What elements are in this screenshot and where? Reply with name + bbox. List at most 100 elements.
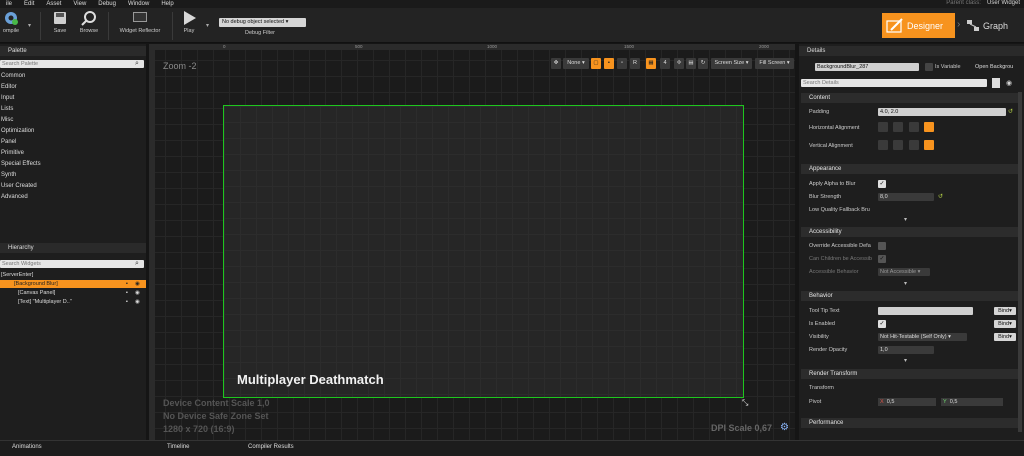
widget-reflector-button[interactable]: Widget Reflector xyxy=(114,10,166,34)
palette-category[interactable]: Input xyxy=(0,95,14,101)
debug-object-select[interactable]: No debug object selected ▾ xyxy=(219,18,306,27)
eye-icon[interactable]: ◉ xyxy=(135,289,140,297)
grid-view-icon[interactable] xyxy=(992,78,1000,88)
menu-view[interactable]: View xyxy=(67,1,92,7)
palette-category[interactable]: Editor xyxy=(0,84,17,90)
menu-asset[interactable]: Asset xyxy=(40,1,67,7)
valign-bottom-button[interactable] xyxy=(909,140,919,150)
palette-category[interactable]: Lists xyxy=(0,106,13,112)
wireframe-icon[interactable]: ▤ xyxy=(686,58,696,69)
palette-search-input[interactable]: Search Palette xyxy=(0,60,144,68)
is-variable-checkbox[interactable] xyxy=(925,63,933,71)
palette-category[interactable]: Advanced xyxy=(0,194,28,200)
palette-category[interactable]: Special Effects xyxy=(0,161,41,167)
details-scrollbar[interactable] xyxy=(1018,92,1022,432)
is-enabled-checkbox[interactable]: ✓ xyxy=(878,320,886,328)
valign-center-button[interactable] xyxy=(893,140,903,150)
hierarchy-row-selected[interactable]: [Background Blur] ▪ ◉ xyxy=(0,280,146,288)
menu-file[interactable]: ile xyxy=(0,1,18,7)
expand-icon[interactable]: ▾ xyxy=(904,216,907,223)
hierarchy-row[interactable]: [Canvas Panel] ▪ ◉ xyxy=(0,289,146,297)
graph-mode-button[interactable]: Graph xyxy=(966,13,1022,38)
behavior-section[interactable]: Behavior xyxy=(801,291,1019,301)
menu-edit[interactable]: Edit xyxy=(18,1,40,7)
details-search-input[interactable]: Search Details xyxy=(801,79,987,87)
eye-icon[interactable]: ◉ xyxy=(135,298,140,306)
r-toggle[interactable]: R xyxy=(630,58,640,69)
appearance-section[interactable]: Appearance xyxy=(801,164,1019,174)
resize-handle-icon[interactable]: ⤡ xyxy=(742,398,748,408)
palette-category[interactable]: Synth xyxy=(0,172,16,178)
menu-help[interactable]: Help xyxy=(155,1,179,7)
bind-dropdown[interactable]: Bind▾ xyxy=(994,307,1016,315)
parent-class-value[interactable]: User Widget xyxy=(987,0,1020,6)
fill-screen-dropdown[interactable]: Fill Screen ▾ xyxy=(755,58,794,69)
halign-center-button[interactable] xyxy=(893,122,903,132)
expand-icon[interactable]: ▾ xyxy=(904,357,907,364)
tab-animations[interactable]: Animations xyxy=(0,441,146,453)
performance-section[interactable]: Performance xyxy=(801,418,1019,428)
screen-size-dropdown[interactable]: Screen Size ▾ xyxy=(711,58,752,69)
compile-button[interactable]: ompile xyxy=(0,10,22,34)
pivot-label[interactable]: Pivot xyxy=(809,399,821,405)
designer-mode-button[interactable]: Designer xyxy=(882,13,955,38)
lock-icon[interactable]: ▪ xyxy=(126,289,128,297)
accessibility-section[interactable]: Accessibility xyxy=(801,227,1019,237)
render-transform-section[interactable]: Render Transform xyxy=(801,369,1019,379)
grid-snap-value[interactable]: 4 xyxy=(660,58,670,69)
pivot-x-input[interactable]: X 0,5 xyxy=(878,398,936,406)
compile-dropdown-icon[interactable]: ▾ xyxy=(28,22,31,29)
gear-icon[interactable]: ⚙ xyxy=(780,422,789,433)
reset-icon[interactable]: ↺ xyxy=(1008,108,1013,115)
pivot-y-input[interactable]: Y 0,5 xyxy=(941,398,1003,406)
visibility-select[interactable]: Not Hit-Testable (Self Only) ▾ xyxy=(878,333,967,341)
tab-compiler-results[interactable]: Compiler Results xyxy=(236,441,326,453)
browse-button[interactable]: Browse xyxy=(77,10,101,34)
override-accessible-checkbox[interactable] xyxy=(878,242,886,250)
apply-alpha-checkbox[interactable]: ✓ xyxy=(878,180,886,188)
save-button[interactable]: Save xyxy=(50,10,70,34)
tooltip-input[interactable] xyxy=(878,307,973,315)
palette-category[interactable]: User Created xyxy=(0,183,37,189)
hierarchy-search-input[interactable]: Search Widgets xyxy=(0,260,144,268)
palette-category[interactable]: Panel xyxy=(0,139,16,145)
selected-widget-bounds[interactable]: Multiplayer Deathmatch xyxy=(223,105,744,398)
valign-fill-button[interactable] xyxy=(924,140,934,150)
snap-icon[interactable]: ✥ xyxy=(551,58,561,69)
grid-snap-icon[interactable]: ▦ xyxy=(646,58,656,69)
palette-category[interactable]: Common xyxy=(0,73,25,79)
palette-category[interactable]: Misc xyxy=(0,117,13,123)
widget-name-input[interactable]: BackgroundBlur_287 xyxy=(815,63,919,71)
play-dropdown-icon[interactable]: ▾ xyxy=(206,22,209,29)
lock-icon[interactable]: ▪ xyxy=(126,298,128,306)
hierarchy-row-root[interactable]: [ServerEnter] xyxy=(0,271,146,279)
lock-toggle[interactable]: ▪ xyxy=(604,58,614,69)
play-button[interactable]: Play xyxy=(178,10,200,34)
lock-icon[interactable]: ▪ xyxy=(126,280,128,288)
halign-fill-button[interactable] xyxy=(924,122,934,132)
open-link[interactable]: Open Backgrou xyxy=(975,64,1013,70)
zone-toggle[interactable]: ▫ xyxy=(617,58,627,69)
hierarchy-row[interactable]: [Text] "Multiplayer D.." ▪ ◉ xyxy=(0,298,146,306)
widget-text[interactable]: Multiplayer Deathmatch xyxy=(237,372,384,387)
transform-label[interactable]: Transform xyxy=(809,385,834,391)
halign-right-button[interactable] xyxy=(909,122,919,132)
reset-icon[interactable]: ↺ xyxy=(938,193,943,200)
transform-icon[interactable]: ✢ xyxy=(674,58,684,69)
expand-icon[interactable]: ▾ xyxy=(904,280,907,287)
padding-input[interactable]: 4.0, 2.0 xyxy=(878,108,1006,116)
rotate-icon[interactable]: ↻ xyxy=(698,58,708,69)
menu-debug[interactable]: Debug xyxy=(92,1,122,7)
blur-strength-input[interactable]: 8,0 xyxy=(878,193,934,201)
none-dropdown[interactable]: None ▾ xyxy=(563,58,589,69)
eye-icon[interactable]: ◉ xyxy=(135,280,140,288)
grid-toggle[interactable]: ▢ xyxy=(591,58,601,69)
render-opacity-input[interactable]: 1,0 xyxy=(878,346,934,354)
bind-dropdown[interactable]: Bind▾ xyxy=(994,333,1016,341)
content-section[interactable]: Content xyxy=(801,93,1019,103)
palette-category[interactable]: Primitive xyxy=(0,150,24,156)
eye-icon[interactable]: ◉ xyxy=(1006,79,1012,87)
palette-category[interactable]: Optimization xyxy=(0,128,34,134)
halign-left-button[interactable] xyxy=(878,122,888,132)
tab-timeline[interactable]: Timeline xyxy=(155,441,225,453)
